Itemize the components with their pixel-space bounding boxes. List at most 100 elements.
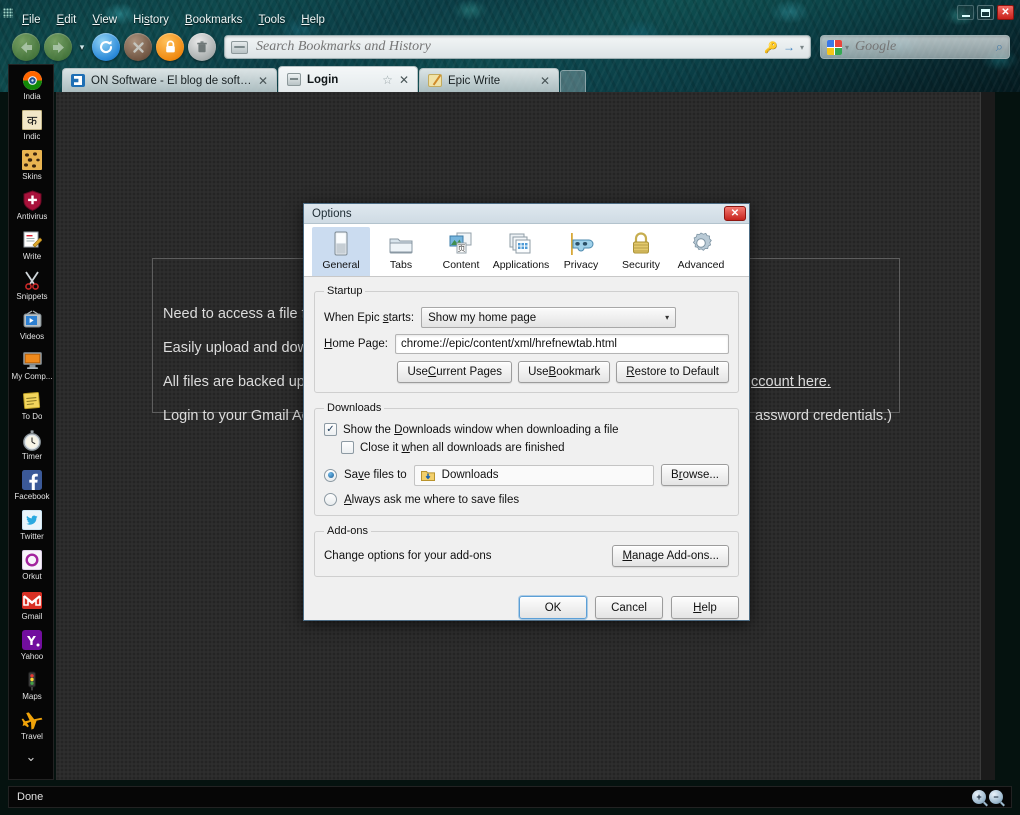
- page-line-1: Need to access a file f: [163, 306, 306, 322]
- sidebar-item-my-computer[interactable]: My Comp...: [9, 349, 53, 387]
- menu-view[interactable]: View: [84, 13, 125, 27]
- show-downloads-window-checkbox[interactable]: ✓: [324, 423, 337, 436]
- sidebar-item-videos[interactable]: Videos: [9, 309, 53, 347]
- home-page-input[interactable]: [394, 334, 729, 354]
- menu-history[interactable]: History: [125, 13, 177, 27]
- save-files-to-row: Save files to Downloads Br owse...: [324, 464, 729, 486]
- engine-search-input[interactable]: [853, 38, 996, 56]
- sidebar-item-label: Indic: [23, 132, 41, 141]
- menu-help[interactable]: Help: [293, 13, 333, 27]
- chevron-down-icon[interactable]: ▾: [845, 43, 849, 52]
- close-window-button[interactable]: ✕: [997, 5, 1014, 20]
- sidebar-item-orkut[interactable]: Orkut: [9, 549, 53, 587]
- when-starts-select[interactable]: Show my home page ▾: [421, 307, 677, 328]
- use-current-pages-button[interactable]: Use Current Pages: [397, 361, 513, 383]
- menu-file[interactable]: File: [14, 13, 49, 27]
- menu-tools[interactable]: Tools: [250, 13, 293, 27]
- facebook-icon: [21, 469, 43, 491]
- security-lock-button[interactable]: [156, 33, 184, 61]
- tab-login[interactable]: Login ☆ ✕: [278, 66, 418, 92]
- login-favicon: [287, 73, 301, 86]
- antivirus-shield-icon: [21, 189, 43, 211]
- sidebar-item-twitter[interactable]: Twitter: [9, 509, 53, 547]
- sidebar-item-snippets[interactable]: Snippets: [9, 269, 53, 307]
- ok-button[interactable]: OK: [519, 596, 587, 619]
- app-sidebar: India क Indic Skins Antivirus Write Snip…: [8, 64, 54, 780]
- tab-general[interactable]: General: [312, 227, 370, 276]
- dialog-close-button[interactable]: ✕: [724, 206, 746, 221]
- sidebar-item-facebook[interactable]: Facebook: [9, 469, 53, 507]
- cancel-button[interactable]: Cancel: [595, 596, 663, 619]
- show-downloads-window-row[interactable]: ✓ Show the Downloads window when downloa…: [324, 423, 729, 436]
- sidebar-item-india[interactable]: India: [9, 69, 53, 107]
- create-account-link[interactable]: ccount here.: [751, 374, 831, 390]
- tab-epic-write[interactable]: Epic Write ✕: [419, 68, 559, 92]
- tab-close-button[interactable]: ✕: [399, 74, 409, 86]
- status-text: Done: [17, 791, 44, 803]
- sidebar-item-skins[interactable]: Skins: [9, 149, 53, 187]
- stop-button[interactable]: [124, 33, 152, 61]
- svg-text:Y: Y: [26, 634, 36, 648]
- sidebar-item-antivirus[interactable]: Antivirus: [9, 189, 53, 227]
- sidebar-item-travel[interactable]: Travel: [9, 709, 53, 747]
- close-when-finished-row[interactable]: Close it when all downloads are finished: [341, 441, 729, 454]
- skins-icon: [21, 149, 43, 171]
- tab-close-button[interactable]: ✕: [540, 75, 550, 87]
- back-button[interactable]: [12, 33, 40, 61]
- tab-advanced[interactable]: Advanced: [672, 227, 730, 276]
- tab-content[interactable]: 页 Content: [432, 227, 490, 276]
- sidebar-item-todo[interactable]: To Do: [9, 389, 53, 427]
- manage-addons-button[interactable]: Manage Add-ons...: [612, 545, 729, 567]
- sidebar-item-gmail[interactable]: Gmail: [9, 589, 53, 627]
- svg-text:क: क: [27, 114, 38, 129]
- address-bar[interactable]: 🔑 → ▾: [224, 35, 811, 59]
- go-arrow-icon[interactable]: →: [783, 40, 795, 54]
- zoom-out-icon[interactable]: −: [989, 790, 1003, 804]
- forward-button[interactable]: [44, 33, 72, 61]
- tv-video-icon: [21, 309, 43, 331]
- minimize-button[interactable]: [957, 5, 974, 20]
- tab-close-button[interactable]: ✕: [258, 75, 268, 87]
- delete-button[interactable]: [188, 33, 216, 61]
- download-folder-field[interactable]: Downloads: [413, 464, 655, 486]
- sidebar-more-button[interactable]: ⌄: [9, 749, 53, 765]
- bookmark-star-icon[interactable]: ☆: [382, 73, 393, 87]
- identity-key-icon[interactable]: 🔑: [764, 41, 778, 54]
- page-line-2: Easily upload and dow: [163, 340, 309, 356]
- use-bookmark-button[interactable]: Use Bookmark: [518, 361, 611, 383]
- chevron-down-icon[interactable]: ▾: [800, 43, 804, 52]
- search-icon[interactable]: ⌕: [996, 39, 1003, 55]
- help-button[interactable]: Help: [671, 596, 739, 619]
- restore-to-default-button[interactable]: Restore to Default: [616, 361, 729, 383]
- new-tab-button[interactable]: [560, 70, 586, 92]
- sidebar-item-yahoo[interactable]: Y Yahoo: [9, 629, 53, 667]
- tab-security[interactable]: Security: [612, 227, 670, 276]
- sidebar-item-timer[interactable]: Timer: [9, 429, 53, 467]
- sidebar-item-maps[interactable]: Maps: [9, 669, 53, 707]
- tab-label: Epic Write: [448, 74, 501, 87]
- page-line-3: All files are backed up: [163, 374, 305, 390]
- restore-button[interactable]: [977, 5, 994, 20]
- search-engine-box[interactable]: ▾ ⌕: [820, 35, 1010, 59]
- always-ask-radio[interactable]: [324, 493, 337, 506]
- browse-button[interactable]: Br owse...: [661, 464, 729, 486]
- chevron-down-icon[interactable]: ▾: [76, 42, 88, 53]
- search-input[interactable]: [254, 38, 759, 56]
- sidebar-item-indic[interactable]: क Indic: [9, 109, 53, 147]
- menu-bookmarks[interactable]: Bookmarks: [177, 13, 251, 27]
- vertical-scrollbar[interactable]: [980, 92, 995, 780]
- tab-tabs[interactable]: Tabs: [372, 227, 430, 276]
- sidebar-item-label: Skins: [22, 172, 42, 181]
- sidebar-item-label: Yahoo: [20, 652, 44, 661]
- sidebar-item-write[interactable]: Write: [9, 229, 53, 267]
- sidebar-item-label: India: [23, 92, 41, 101]
- reload-button[interactable]: [92, 33, 120, 61]
- save-files-to-radio[interactable]: [324, 468, 337, 482]
- tab-on-software[interactable]: ON Software - El blog de software d... ✕: [62, 68, 277, 92]
- menu-edit[interactable]: Edit: [49, 13, 85, 27]
- zoom-in-icon[interactable]: +: [972, 790, 986, 804]
- tab-applications[interactable]: Applications: [492, 227, 550, 276]
- close-when-finished-checkbox[interactable]: [341, 441, 354, 454]
- home-page-row: Home Page:: [324, 334, 729, 354]
- tab-privacy[interactable]: Privacy: [552, 227, 610, 276]
